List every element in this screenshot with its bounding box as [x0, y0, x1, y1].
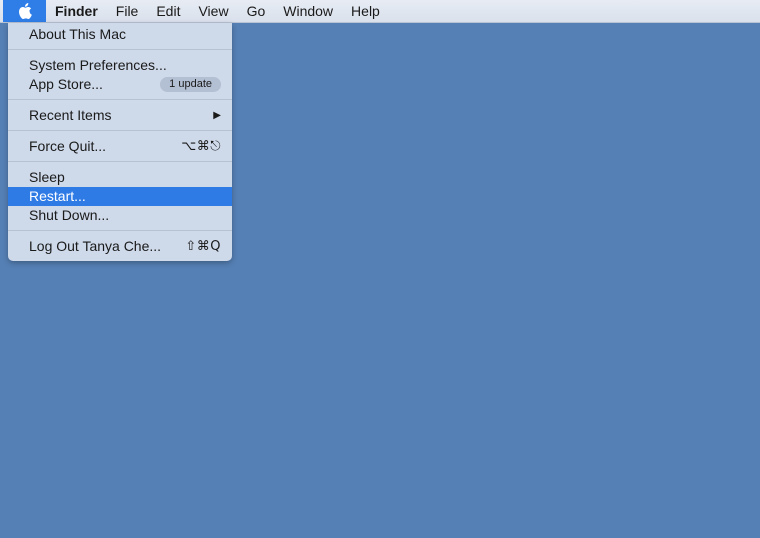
apple-menu-dropdown: About This Mac System Preferences... App…	[8, 23, 232, 261]
menu-item-label: System Preferences...	[29, 57, 167, 73]
menu-go[interactable]: Go	[238, 0, 275, 22]
shortcut-wrapper: ⌥⌘⎋	[181, 137, 221, 156]
menu-file[interactable]: File	[107, 0, 148, 22]
menu-item-sleep[interactable]: Sleep	[8, 168, 232, 187]
app-store-badge-wrapper: 1 update	[160, 75, 221, 94]
submenu-wrapper: ▶	[213, 106, 221, 125]
update-badge: 1 update	[160, 77, 221, 92]
menu-item-label: Shut Down...	[29, 207, 110, 223]
log-out-shortcut: ⇧⌘Q	[185, 239, 221, 254]
menu-finder[interactable]: Finder	[46, 0, 107, 22]
desktop: Finder File Edit View Go Window Help Abo…	[0, 0, 760, 538]
apple-logo-icon	[18, 3, 32, 19]
menu-item-about-this-mac[interactable]: About This Mac	[8, 25, 232, 44]
menu-item-app-store[interactable]: App Store... 1 update	[8, 75, 232, 94]
menu-item-log-out[interactable]: Log Out Tanya Che... ⇧⌘Q	[8, 237, 232, 256]
menu-bar: Finder File Edit View Go Window Help	[0, 0, 760, 23]
menu-item-force-quit[interactable]: Force Quit... ⌥⌘⎋	[8, 137, 232, 156]
menu-separator	[8, 94, 232, 106]
menu-separator	[8, 225, 232, 237]
menu-item-label: Sleep	[29, 169, 65, 185]
menu-item-label: App Store...	[29, 76, 103, 92]
menu-item-label: Recent Items	[29, 107, 112, 123]
menu-item-label: About This Mac	[29, 26, 127, 42]
menu-help[interactable]: Help	[342, 0, 389, 22]
menu-item-restart[interactable]: Restart...	[8, 187, 232, 206]
menu-item-label: Force Quit...	[29, 138, 107, 154]
menu-view[interactable]: View	[189, 0, 237, 22]
menu-window[interactable]: Window	[274, 0, 342, 22]
menu-item-system-preferences[interactable]: System Preferences...	[8, 56, 232, 75]
menu-edit[interactable]: Edit	[147, 0, 189, 22]
menu-separator	[8, 125, 232, 137]
menu-separator	[8, 44, 232, 56]
force-quit-shortcut: ⌥⌘⎋	[181, 139, 221, 154]
menu-item-label: Restart...	[29, 188, 86, 204]
submenu-arrow-icon: ▶	[213, 110, 221, 121]
menu-item-shut-down[interactable]: Shut Down...	[8, 206, 232, 225]
apple-menu-button[interactable]	[3, 0, 46, 22]
menu-item-label: Log Out Tanya Che...	[29, 238, 162, 254]
menu-separator	[8, 156, 232, 168]
shortcut-wrapper: ⇧⌘Q	[185, 237, 221, 256]
menu-item-recent-items[interactable]: Recent Items ▶	[8, 106, 232, 125]
